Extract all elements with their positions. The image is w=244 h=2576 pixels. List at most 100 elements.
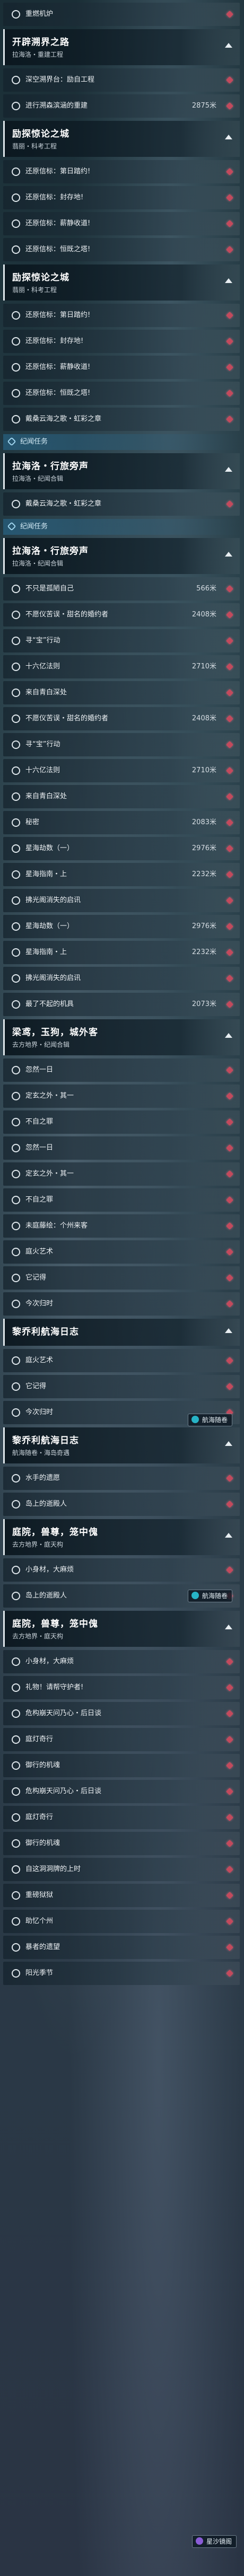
quest-item[interactable]: 不自之罪 [3,1110,240,1134]
quest-item[interactable]: 还原信标：第日踏约! [3,160,240,183]
quest-item[interactable]: 危构崩天问乃心・后日谈 [3,1702,240,1725]
quest-item[interactable]: 星海劫数（一） 2976米 [3,837,240,860]
ring-icon [12,974,20,983]
quest-item[interactable]: 助忆个州 [3,1910,240,1933]
diamond-marker-icon [225,363,234,372]
quest-group-header[interactable]: 开辟溯界之路 拉海洛・重建工程 [3,29,240,65]
quest-item[interactable]: 小身材，大麻烦 [3,1558,240,1582]
ring-icon [12,1000,20,1009]
quest-item[interactable]: 还原信标：恒既之塔! [3,238,240,261]
quest-item-label: 小身材，大麻烦 [25,1566,74,1574]
quest-item[interactable]: 秘密 2083米 [3,811,240,834]
quest-item[interactable]: 岛上的逝殿人 [3,1493,240,1516]
quest-item[interactable]: 最了不起的机具 2073米 [3,993,240,1016]
quest-item[interactable]: 十六亿法则 2710米 [3,759,240,782]
quest-item[interactable]: 拂光阁消失的启讯 [3,889,240,912]
overlay-badge[interactable]: 航海随卷 [187,1414,232,1426]
quest-item[interactable]: 不愿仪苦误・甜名的婚约者 2408米 [3,707,240,730]
quest-item[interactable]: 还原信标：薪静收道! [3,212,240,235]
quest-item[interactable]: 水手的遗愿 [3,1467,240,1490]
quest-group-header[interactable]: 拉海洛・行旅旁声 拉海洛・纪闻合辑 [3,538,240,574]
quest-item[interactable]: 进行溯森滨涵的重建 2875米 [3,94,240,118]
quest-item[interactable]: 来自青白深处 [3,785,240,808]
quest-item[interactable]: 还原信标：封存地! [3,330,240,353]
quest-item[interactable]: 忽然一日 [3,1058,240,1082]
quest-item[interactable]: 庭灯奇行 [3,1728,240,1751]
chevron-up-icon[interactable] [225,552,232,557]
quest-item[interactable]: 戴桑云海之歌・虹彩之章 [3,492,240,516]
quest-group-header[interactable]: 拉海洛・行旅旁声 拉海洛・纪闻合辑 [3,453,240,489]
quest-group-header[interactable]: 庭院，兽尊，笼中傀 去方地界・庭天构 [3,1611,240,1647]
quest-item[interactable]: 自这洞洞牌的上时 [3,1858,240,1881]
quest-item[interactable]: 忽然一日 [3,1136,240,1160]
quest-item[interactable]: 不自之罪 [3,1188,240,1212]
quest-item[interactable]: 它记得 [3,1266,240,1290]
ring-icon [12,1382,20,1391]
quest-item[interactable]: 它记得 [3,1375,240,1398]
quest-item[interactable]: 不愿仪苦误・甜名的婚约者 2408米 [3,603,240,627]
chevron-up-icon[interactable] [225,135,232,139]
quest-item[interactable]: 重磅狱狱 [3,1884,240,1907]
ring-icon [12,1222,20,1230]
quest-item[interactable]: 危构崩天问乃心・后日谈 [3,1780,240,1803]
chevron-up-icon[interactable] [225,1328,232,1333]
quest-item[interactable]: 还原信标：恒既之塔! [3,382,240,405]
quest-group-header[interactable]: 黎乔利航海日志 [3,1319,240,1346]
overlay-badge-purple[interactable]: 星沙镜阁 [191,2535,237,2548]
diamond-marker-icon [225,337,234,346]
quest-item[interactable]: 十六亿法则 2710米 [3,655,240,678]
quest-item-label: 暴者的遗望 [25,1943,60,1951]
quest-item[interactable]: 还原信标：薪静收道! [3,356,240,379]
quest-item[interactable]: 阳光季节 [3,1962,240,1985]
quest-item[interactable]: 暴者的遗望 [3,1936,240,1959]
quest-group-header[interactable]: 庭院，兽尊，笼中傀 去方地界・庭天构 [3,1519,240,1555]
quest-item[interactable]: 未庭藤绘：个州来客 [3,1214,240,1238]
quest-item[interactable]: 庭灯奇行 [3,1806,240,1829]
quest-item[interactable]: 还原信标：第日踏约! [3,304,240,327]
quest-item[interactable]: 星海劫数（一） 2976米 [3,915,240,938]
quest-item[interactable]: 来自青白深处 [3,681,240,704]
quest-item[interactable]: 星海指南・上 2232米 [3,941,240,964]
quest-item[interactable]: 重燃机炉 [3,3,240,26]
ring-icon [12,1566,20,1574]
chevron-up-icon[interactable] [225,1625,232,1629]
diamond-marker-icon [225,1382,234,1391]
quest-item-label: 助忆个州 [25,1917,54,1925]
quest-item[interactable]: 庭火艺术 [3,1240,240,1264]
chevron-up-icon[interactable] [225,1441,232,1446]
diamond-marker-icon [225,922,234,931]
quest-item[interactable]: 不只是孤陋自己 566米 [3,577,240,601]
quest-item[interactable]: 寻“宝”行动 [3,733,240,756]
quest-item[interactable]: 星海指南・上 2232米 [3,863,240,886]
quest-item[interactable]: 御行的机魂 [3,1754,240,1777]
quest-group-header[interactable]: 励探惊论之城 翡丽・科考工程 [3,121,240,157]
quest-item[interactable]: 岛上的逝殿人 航海随卷 [3,1584,240,1608]
quest-item[interactable]: 还原信标：封存地! [3,186,240,209]
quest-item[interactable]: 寻“宝”行动 [3,629,240,652]
quest-item[interactable]: 定玄之外・其一 [3,1084,240,1108]
quest-item-label: 还原信标：恒既之塔! [25,245,91,253]
ring-icon [12,167,20,176]
quest-item[interactable]: 定玄之外・其一 [3,1162,240,1186]
chevron-up-icon[interactable] [225,1033,232,1038]
overlay-badge[interactable]: 航海随卷 [187,1590,232,1602]
quest-group-header[interactable]: 励探惊论之城 翡丽・科考工程 [3,264,240,301]
quest-item[interactable]: 今次归时 [3,1292,240,1316]
chevron-up-icon[interactable] [225,467,232,472]
quest-item[interactable]: 庭火艺术 [3,1349,240,1372]
chevron-up-icon[interactable] [225,278,232,283]
quest-item-distance: 2976米 [191,922,216,930]
quest-item[interactable]: 礼物！请帮守护者! [3,1676,240,1699]
quest-group-subtitle: 拉海洛・纪闻合辑 [12,475,64,482]
quest-group-header[interactable]: 黎乔利航海日志 航海随卷・海岛奇遇 航海随卷 [3,1414,240,1463]
quest-item[interactable]: 深空溯界台：励自工程 [3,68,240,92]
quest-item[interactable]: 御行的机魂 [3,1832,240,1855]
quest-group-header[interactable]: 梁鸢，玉狗，城外客 去方地界・纪闻合辑 [3,1019,240,1055]
quest-item[interactable]: 拂光阁消失的启讯 [3,967,240,990]
chevron-up-icon[interactable] [225,43,232,48]
quest-group-title: 梁鸢，玉狗，城外客 [12,1027,98,1038]
quest-item[interactable]: 戴桑云海之歌・虹彩之章 [3,408,240,431]
quest-item[interactable]: 小身材，大麻烦 [3,1650,240,1673]
quest-item-distance: 2232米 [191,870,216,878]
chevron-up-icon[interactable] [225,1533,232,1538]
